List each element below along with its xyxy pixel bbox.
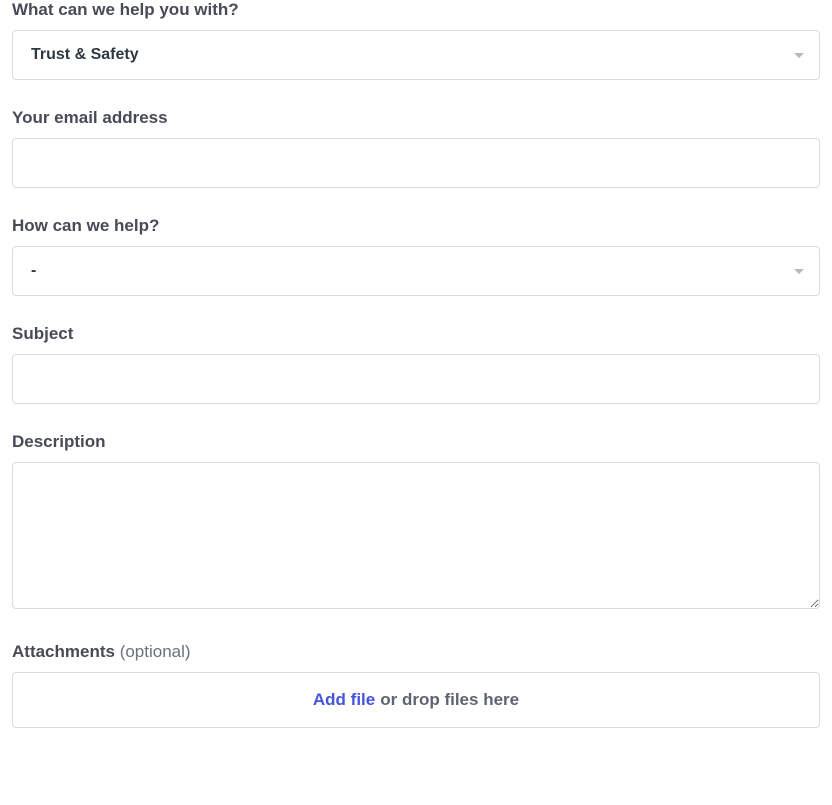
category-select-box[interactable]: Trust & Safety <box>12 30 820 80</box>
email-label: Your email address <box>12 108 820 128</box>
add-file-link[interactable]: Add file <box>313 690 375 710</box>
help-type-select[interactable]: - <box>12 246 820 296</box>
category-label: What can we help you with? <box>12 0 820 20</box>
email-field: Your email address <box>12 108 820 188</box>
subject-label: Subject <box>12 324 820 344</box>
attachments-dropzone[interactable]: Add file or drop files here <box>12 672 820 728</box>
help-type-label: How can we help? <box>12 216 820 236</box>
subject-field: Subject <box>12 324 820 404</box>
category-select[interactable]: Trust & Safety <box>12 30 820 80</box>
subject-input[interactable] <box>12 354 820 404</box>
help-type-field: How can we help? - <box>12 216 820 296</box>
category-field: What can we help you with? Trust & Safet… <box>12 0 820 80</box>
attachments-optional: (optional) <box>120 642 191 661</box>
email-input[interactable] <box>12 138 820 188</box>
attachments-field: Attachments (optional) Add file or drop … <box>12 642 820 728</box>
description-textarea[interactable] <box>12 462 820 609</box>
help-type-selected-value: - <box>31 262 36 280</box>
dropzone-suffix-text: or drop files here <box>380 690 519 710</box>
description-field: Description <box>12 432 820 614</box>
attachments-label: Attachments (optional) <box>12 642 820 662</box>
description-label: Description <box>12 432 820 452</box>
help-type-select-box[interactable]: - <box>12 246 820 296</box>
category-selected-value: Trust & Safety <box>31 46 139 64</box>
